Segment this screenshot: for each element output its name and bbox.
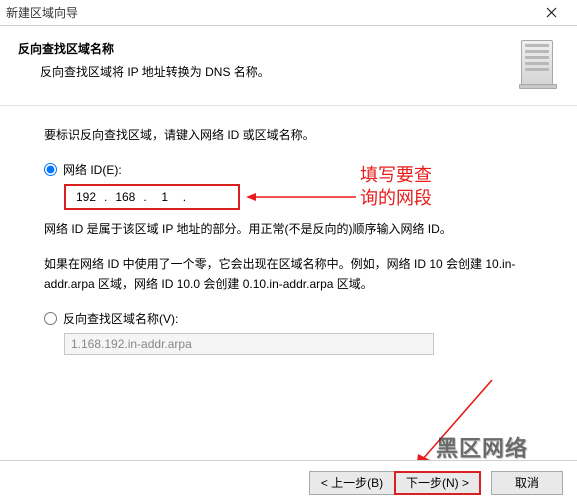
wizard-content: 要标识反向查找区域，请键入网络 ID 或区域名称。 网络 ID(E): . . … — [0, 106, 577, 355]
wizard-header: 反向查找区域名称 反向查找区域将 IP 地址转换为 DNS 名称。 — [0, 26, 577, 106]
annotation-arrow-2 — [402, 380, 502, 470]
header-title: 反向查找区域名称 — [18, 40, 559, 57]
cancel-button[interactable]: 取消 — [491, 471, 563, 495]
annotation-line2: 询的网段 — [360, 187, 432, 210]
intro-text: 要标识反向查找区域，请键入网络 ID 或区域名称。 — [44, 126, 533, 145]
radio-zone-name[interactable]: 反向查找区域名称(V): — [44, 310, 533, 327]
dot: . — [139, 190, 150, 204]
zone-name-value: 1.168.192.in-addr.arpa — [71, 337, 192, 351]
network-id-octet-2[interactable] — [111, 190, 139, 204]
back-button[interactable]: < 上一步(B) — [309, 471, 395, 495]
window-title: 新建区域向导 — [6, 4, 531, 21]
watermark-text: 黑区网络 — [436, 431, 528, 463]
dot: . — [179, 190, 190, 204]
network-id-octet-3[interactable] — [151, 190, 179, 204]
titlebar: 新建区域向导 — [0, 0, 577, 26]
example-text: 如果在网络 ID 中使用了一个零，它会出现在区域名称中。例如，网络 ID 10 … — [44, 255, 533, 293]
radio-zone-name-input[interactable] — [44, 312, 57, 325]
close-icon — [546, 7, 557, 18]
radio-network-id-label: 网络 ID(E): — [63, 161, 122, 178]
radio-network-id[interactable]: 网络 ID(E): — [44, 161, 533, 178]
wizard-footer: < 上一步(B) 下一步(N) > 取消 — [0, 460, 577, 504]
network-id-help: 网络 ID 是属于该区域 IP 地址的部分。用正常(不是反向的)顺序输入网络 I… — [44, 220, 533, 239]
close-button[interactable] — [531, 1, 571, 25]
server-icon — [519, 40, 555, 98]
zone-name-field: 1.168.192.in-addr.arpa — [64, 333, 434, 355]
radio-network-id-input[interactable] — [44, 163, 57, 176]
header-subtitle: 反向查找区域将 IP 地址转换为 DNS 名称。 — [40, 63, 559, 80]
network-id-octet-1[interactable] — [72, 190, 100, 204]
annotation-line1: 填写要查 — [360, 164, 432, 187]
annotation-text: 填写要查 询的网段 — [360, 164, 432, 211]
next-button[interactable]: 下一步(N) > — [394, 471, 481, 495]
network-id-octet-4[interactable] — [190, 190, 218, 204]
network-id-field[interactable]: . . . — [64, 184, 240, 210]
dot: . — [100, 190, 111, 204]
radio-zone-name-label: 反向查找区域名称(V): — [63, 310, 178, 327]
